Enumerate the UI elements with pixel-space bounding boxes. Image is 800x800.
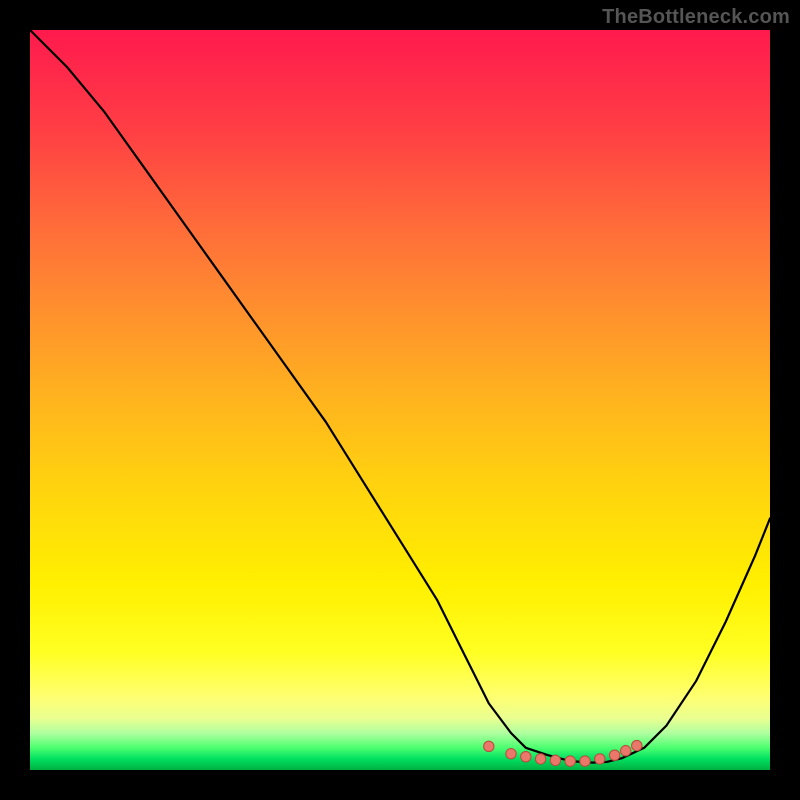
minimum-marker (565, 756, 575, 766)
minimum-marker (484, 741, 494, 751)
minimum-marker (550, 755, 560, 765)
minimum-marker (580, 756, 590, 766)
minimum-marker (506, 749, 516, 759)
minimum-marker (609, 750, 619, 760)
minimum-marker (621, 746, 631, 756)
chart-frame: TheBottleneck.com (0, 0, 800, 800)
bottleneck-curve-path (30, 30, 770, 763)
minimum-marker (521, 751, 531, 761)
watermark-text: TheBottleneck.com (602, 6, 790, 29)
minimum-marker-group (484, 740, 642, 766)
plot-area (30, 30, 770, 770)
minimum-marker (595, 754, 605, 764)
minimum-marker (632, 740, 642, 750)
bottleneck-line-chart (30, 30, 770, 770)
minimum-marker (535, 754, 545, 764)
